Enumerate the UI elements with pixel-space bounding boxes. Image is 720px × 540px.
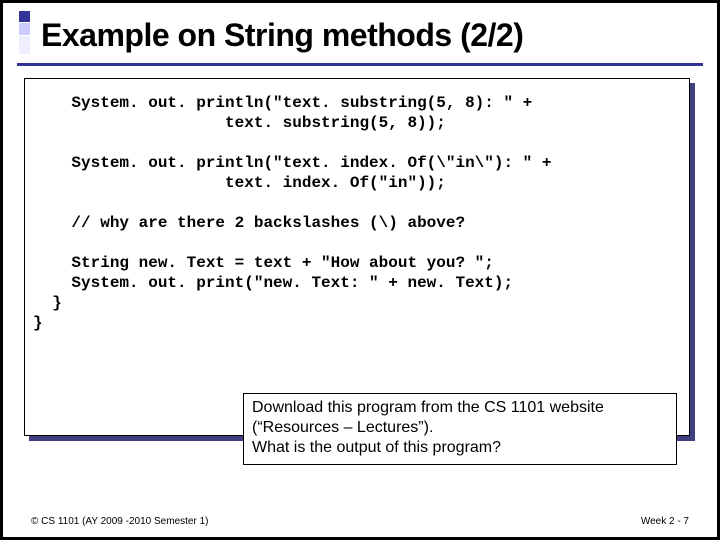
note-line: Download this program from the CS 1101 w…	[252, 398, 668, 418]
code-line: System. out. println("text. substring(5,…	[33, 94, 532, 112]
accent-decoration	[19, 11, 30, 69]
footer-left: © CS 1101 (AY 2009 -2010 Semester 1)	[31, 516, 208, 527]
code-line: }	[33, 294, 62, 312]
note-line: What is the output of this program?	[252, 438, 668, 458]
code-line: text. index. Of("in"));	[33, 174, 446, 192]
code-line: System. out. println("text. index. Of(\"…	[33, 154, 551, 172]
code-line: }	[33, 314, 43, 332]
title-underline	[17, 63, 703, 66]
code-panel: System. out. println("text. substring(5,…	[24, 78, 690, 436]
code-line: text. substring(5, 8));	[33, 114, 446, 132]
note-box: Download this program from the CS 1101 w…	[243, 393, 677, 465]
slide: Example on String methods (2/2) System. …	[3, 3, 717, 537]
code-line: String new. Text = text + "How about you…	[33, 254, 494, 272]
slide-title: Example on String methods (2/2)	[41, 17, 523, 54]
code-line: System. out. print("new. Text: " + new. …	[33, 274, 513, 292]
footer-right: Week 2 - 7	[641, 516, 689, 527]
code-line: // why are there 2 backslashes (\) above…	[33, 214, 465, 232]
note-line: (“Resources – Lectures”).	[252, 418, 668, 438]
